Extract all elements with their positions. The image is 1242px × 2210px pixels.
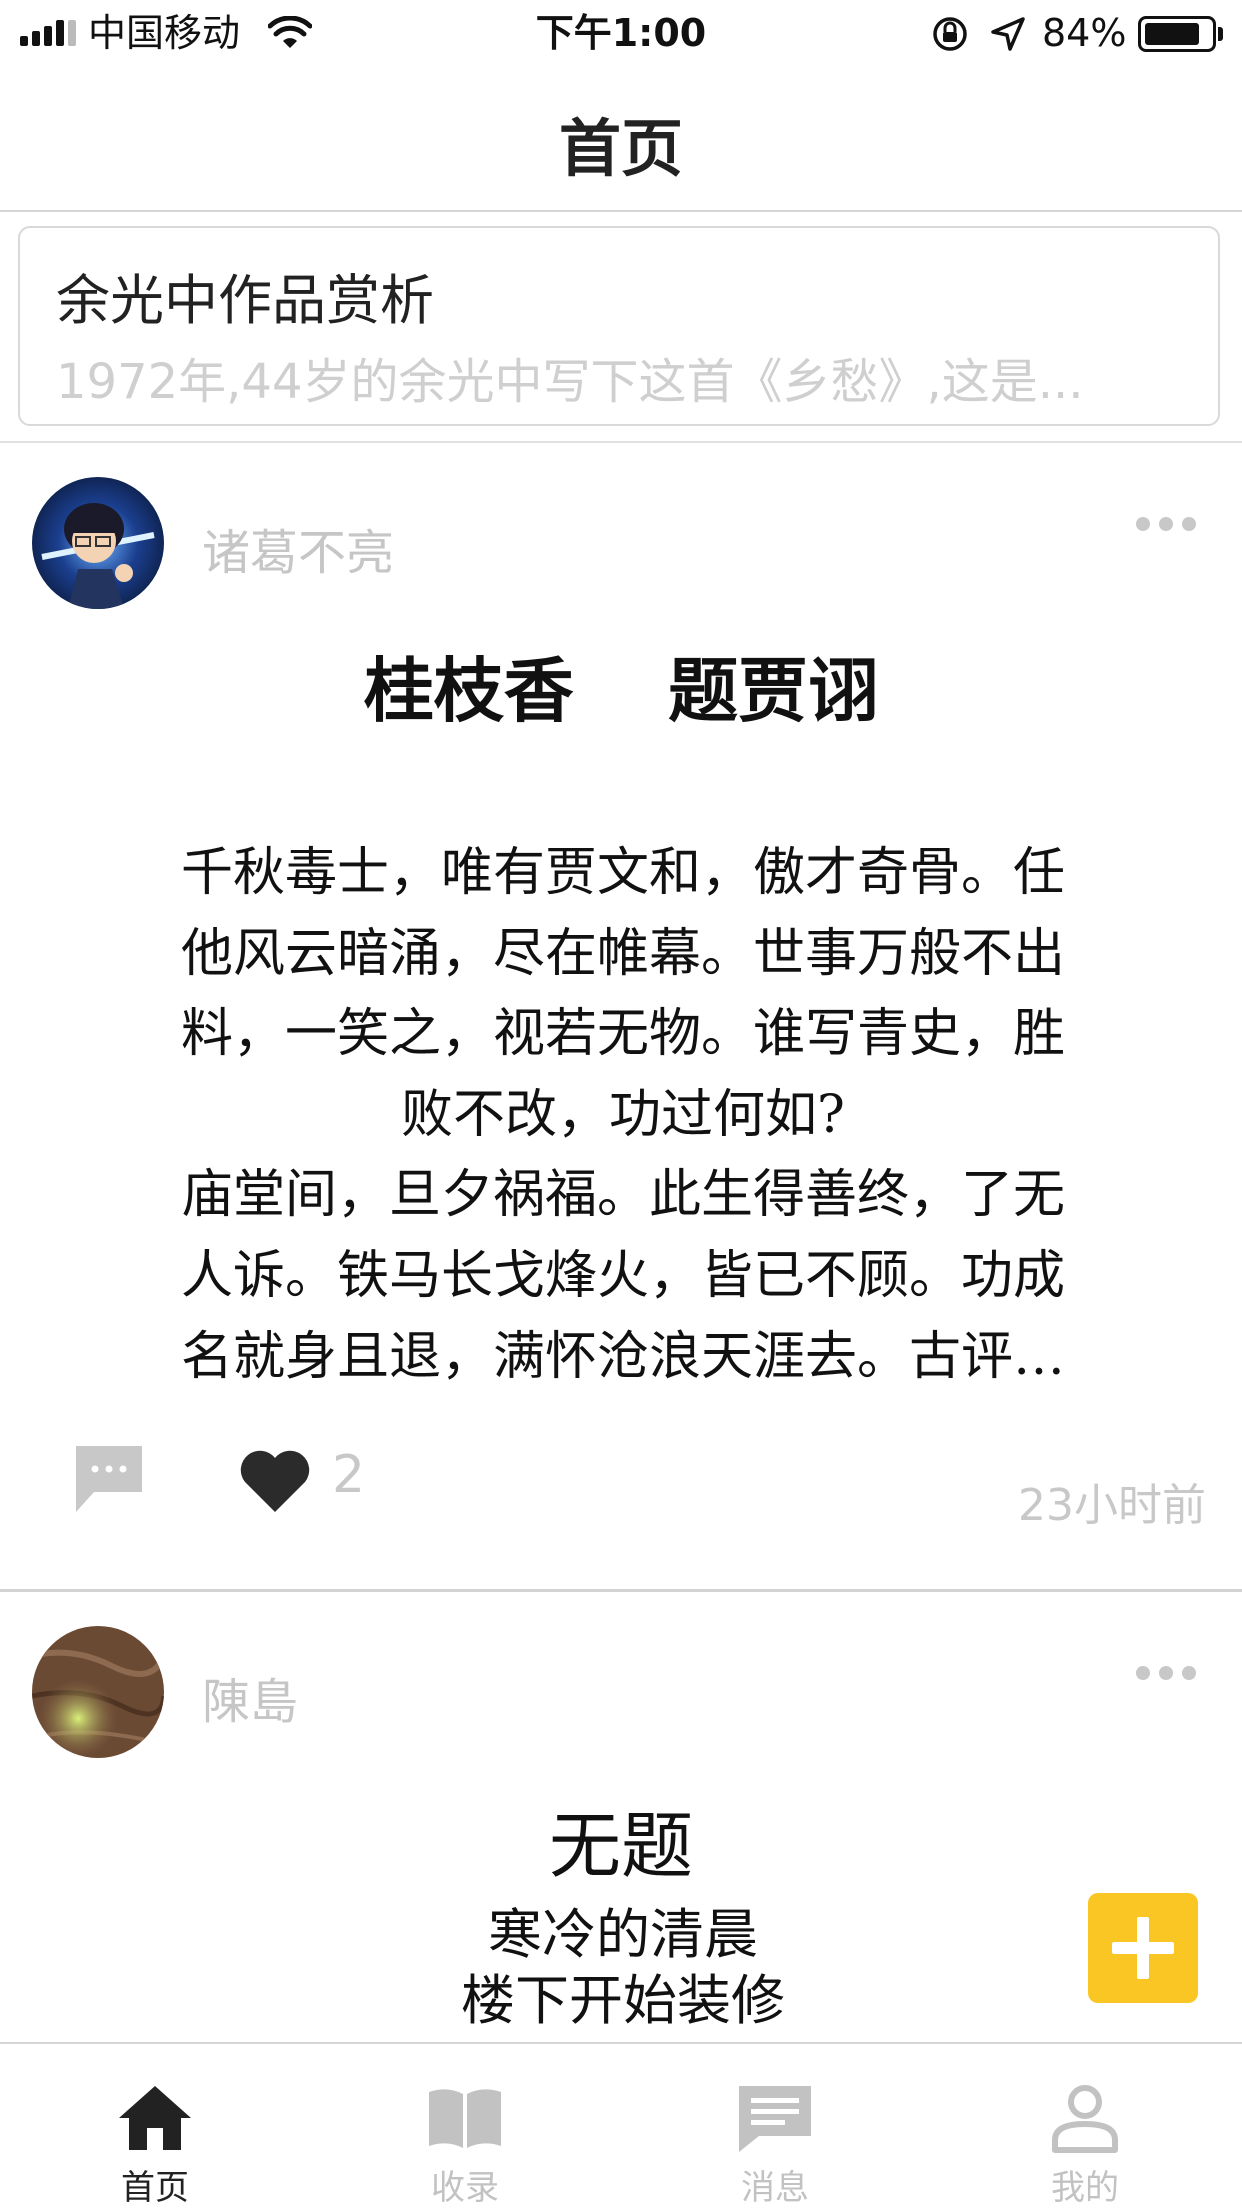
plus-icon — [1112, 1917, 1174, 1979]
featured-excerpt: 1972年,44岁的余光中写下这首《乡愁》,这是... — [56, 354, 1084, 410]
poem-line: 千秋毒士，唯有贾文和，傲才奇骨。任 — [180, 843, 1065, 903]
tab-bar: 首页 收录 消息 我的 — [0, 2042, 1242, 2210]
author-name[interactable]: 陳島 — [202, 1662, 298, 1732]
featured-article-card[interactable]: 余光中作品赏析 1972年,44岁的余光中写下这首《乡愁》,这是... — [18, 226, 1220, 426]
message-icon — [739, 2086, 811, 2152]
nav-header: 首页 — [0, 66, 1242, 212]
avatar[interactable] — [32, 477, 164, 609]
tab-home[interactable]: 首页 — [0, 2044, 310, 2210]
post-body: 千秋毒士，唯有贾文和，傲才奇骨。任 他风云暗涌，尽在帷幕。世事万般不出 料，一笑… — [118, 833, 1128, 1397]
profile-icon — [1052, 2085, 1118, 2153]
orientation-lock-icon — [933, 17, 967, 51]
avatar[interactable] — [32, 1626, 164, 1758]
poem-line: 楼下开始装修 — [461, 1968, 785, 2032]
post-title: 桂枝香 题贾诩 — [363, 649, 879, 732]
poem-line: 庙堂间，旦夕祸福。此生得善终，了无 — [180, 1165, 1065, 1226]
more-options-icon[interactable] — [1136, 1660, 1196, 1684]
poem-line: 他风云暗涌，尽在帷幕。世事万般不出 — [180, 923, 1065, 984]
poem-line: 寒冷的清晨 — [488, 1903, 758, 1966]
post-card[interactable]: 陳島 无题 寒冷的清晨 楼下开始装修 — [0, 1592, 1242, 2042]
post-card[interactable]: 诸葛不亮 桂枝香 题贾诩 千秋毒士，唯有贾文和，傲才奇骨。任 他风云暗涌，尽在帷… — [0, 443, 1242, 1589]
comment-icon[interactable] — [72, 1442, 146, 1516]
post-title: 无题 — [548, 1804, 693, 1888]
tab-label: 首页 — [121, 2168, 189, 2208]
featured-title: 余光中作品赏析 — [56, 269, 434, 332]
poem-line: 败不改，功过何如? — [401, 1084, 845, 1145]
battery-icon — [1138, 16, 1216, 52]
add-post-button[interactable] — [1088, 1893, 1198, 2003]
battery-percent: 84% — [1042, 11, 1127, 55]
poem-line: 人诉。铁马长戈烽火，皆已不顾。功成 — [180, 1245, 1065, 1306]
tab-profile[interactable]: 我的 — [930, 2044, 1240, 2210]
tab-label: 收录 — [431, 2168, 499, 2208]
tab-label: 消息 — [741, 2168, 809, 2208]
poem-line: 料，一笑之，视若无物。谁写青史，胜 — [180, 1004, 1065, 1065]
like-count: 2 — [332, 1445, 366, 1505]
home-icon — [119, 2086, 191, 2150]
page-title: 首页 — [558, 112, 683, 185]
post-body: 寒冷的清晨 楼下开始装修 — [118, 1902, 1128, 2034]
poem-line: 名就身且退，满怀沧浪天涯去。古评… — [180, 1326, 1065, 1387]
more-options-icon[interactable] — [1136, 511, 1196, 535]
tab-messages[interactable]: 消息 — [620, 2044, 930, 2210]
location-arrow-icon — [991, 17, 1025, 51]
post-time: 23小时前 — [1018, 1480, 1206, 1531]
tab-label: 我的 — [1051, 2168, 1119, 2208]
author-name[interactable]: 诸葛不亮 — [202, 513, 394, 583]
heart-icon[interactable] — [238, 1446, 312, 1514]
tab-collection[interactable]: 收录 — [310, 2044, 620, 2210]
book-icon — [429, 2089, 501, 2148]
status-bar: 中国移动 下午1:00 84% — [0, 0, 1242, 66]
